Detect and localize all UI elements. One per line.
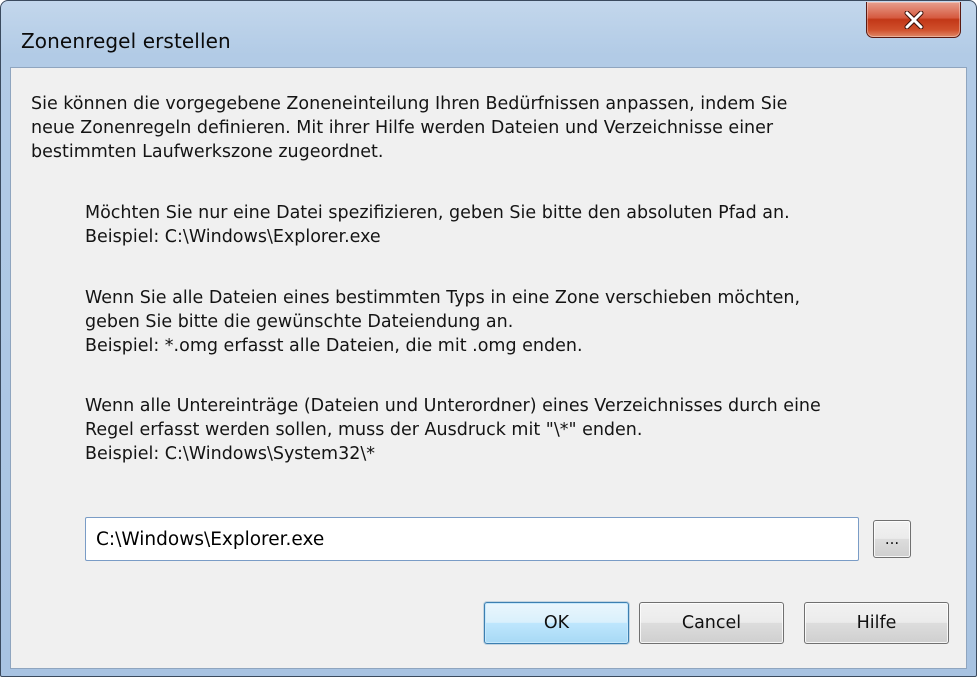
hint1-example: Beispiel: C:\Windows\Explorer.exe [85, 227, 381, 247]
close-button[interactable] [866, 2, 961, 38]
dialog-client-area: Sie können die vorgegebene Zoneneinteilu… [10, 67, 967, 669]
path-input[interactable] [85, 517, 859, 561]
intro-line-2: neue Zonenregeln definieren. Mit ihrer H… [31, 118, 774, 138]
dialog-window: Zonenregel erstellen Sie können die vorg… [0, 0, 977, 677]
ok-button[interactable]: OK [484, 602, 629, 644]
hint1-line-1: Möchten Sie nur eine Datei spezifizieren… [85, 203, 790, 223]
intro-line-1: Sie können die vorgegebene Zoneneinteilu… [31, 94, 788, 114]
hint3-example: Beispiel: C:\Windows\System32\* [85, 444, 376, 464]
dialog-title: Zonenregel erstellen [21, 29, 231, 53]
hint2-line-1: Wenn Sie alle Dateien eines bestimmten T… [85, 288, 801, 308]
title-bar[interactable]: Zonenregel erstellen [1, 1, 976, 67]
close-icon [904, 11, 924, 29]
hint2-example: Beispiel: *.omg erfasst alle Dateien, di… [85, 336, 583, 356]
hint2-line-2: geben Sie bitte die gewünschte Dateiendu… [85, 312, 514, 332]
cancel-button[interactable]: Cancel [639, 602, 784, 644]
intro-line-3: bestimmten Laufwerkszone zugeordnet. [31, 142, 384, 162]
help-button[interactable]: Hilfe [804, 602, 949, 644]
hint3-line-2: Regel erfasst werden sollen, muss der Au… [85, 420, 643, 440]
hint3-line-1: Wenn alle Untereinträge (Dateien und Unt… [85, 396, 821, 416]
browse-button[interactable]: ... [873, 520, 911, 558]
